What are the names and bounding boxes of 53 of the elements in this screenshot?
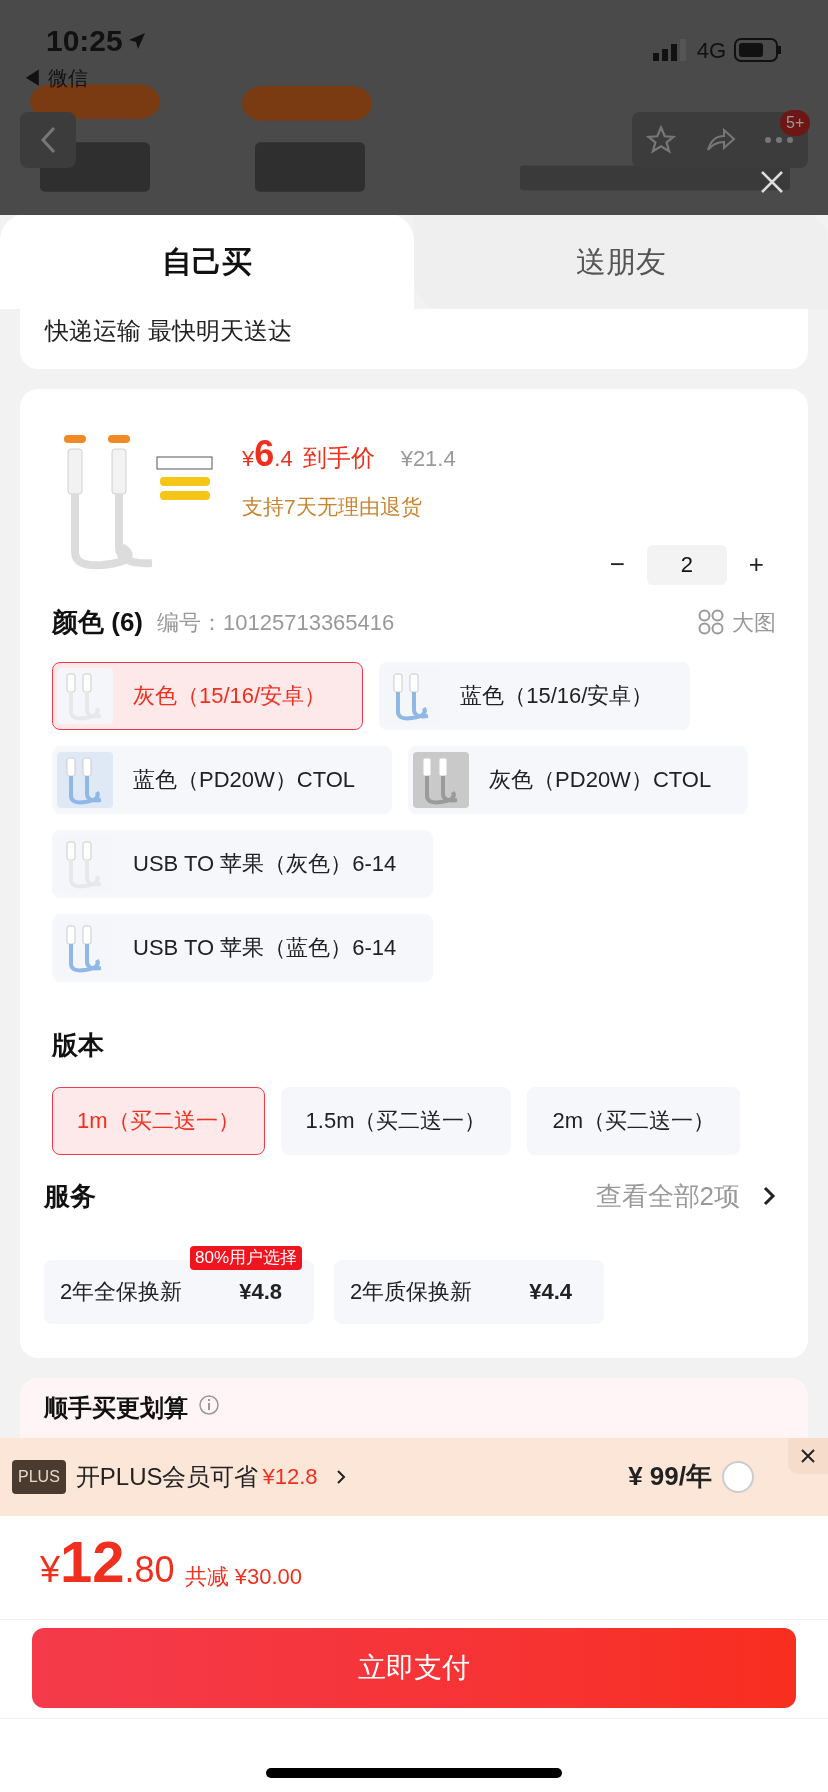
version-option[interactable]: 1.5m（买二送一）	[280, 1086, 512, 1155]
network-type: 4G	[696, 36, 726, 65]
star-icon[interactable]	[646, 125, 676, 155]
version-option[interactable]: 1m（买二送一）	[52, 1086, 265, 1155]
close-icon	[800, 1447, 816, 1464]
battery-icon	[734, 38, 782, 62]
final-price: ¥6.4	[242, 432, 293, 476]
service-price: ¥4.4	[529, 1278, 572, 1306]
decrease-button[interactable]: −	[605, 545, 629, 584]
original-price: ¥21.4	[400, 445, 456, 473]
service-option[interactable]: 2年质保换新 ¥4.4	[334, 1259, 604, 1324]
pay-button[interactable]: 立即支付	[32, 1627, 796, 1708]
color-option[interactable]: USB TO 苹果（蓝色）6-14	[52, 913, 434, 982]
plus-saving: ¥12.8	[262, 1463, 318, 1491]
return-policy: 支持7天无理由退货	[242, 494, 423, 520]
service-name: 2年质保换新	[350, 1278, 473, 1306]
plus-checkbox[interactable]	[722, 1460, 754, 1493]
service-price: ¥4.8	[239, 1278, 282, 1306]
plus-price: ¥ 99/年	[628, 1460, 712, 1493]
plus-logo: PLUS	[12, 1459, 66, 1494]
tab[interactable]: 自己买	[0, 213, 414, 309]
plus-promo-text[interactable]: 开PLUS会员可省	[75, 1458, 259, 1495]
section-title: 颜色 (6)	[52, 605, 143, 639]
chevron-left-icon	[39, 126, 57, 154]
section-title: 版本	[52, 1028, 105, 1062]
info-icon[interactable]	[198, 1393, 220, 1416]
price-label: 到手价	[302, 443, 375, 473]
chevron-right-icon[interactable]	[762, 1185, 776, 1207]
popular-badge: 80%用户选择	[190, 1245, 303, 1270]
chevron-right-icon[interactable]	[335, 1468, 346, 1485]
grid-icon[interactable]	[698, 609, 724, 635]
more-icon[interactable]	[764, 136, 794, 144]
back-button[interactable]	[20, 112, 76, 168]
service-name: 2年全保换新	[60, 1278, 183, 1306]
total-price: ¥12.80	[40, 1532, 175, 1596]
section-title: 服务	[44, 1179, 96, 1213]
section-title: 顺手买更划算	[44, 1392, 188, 1423]
increase-button[interactable]: +	[744, 545, 768, 584]
status-time: 10:25	[46, 23, 123, 59]
sku-label: 编号：	[157, 608, 223, 637]
color-option[interactable]: 蓝色（PD20W）CTOL	[52, 745, 393, 814]
discount-total: 共减 ¥30.00	[184, 1562, 302, 1591]
signal-icon	[652, 39, 689, 61]
color-option[interactable]: 灰色（PD20W）CTOL	[408, 745, 749, 814]
close-icon[interactable]	[760, 170, 784, 194]
version-option[interactable]: 2m（买二送一）	[527, 1086, 741, 1155]
quantity-field[interactable]: 2	[646, 544, 727, 585]
color-option[interactable]: 灰色（15/16/安卓）	[52, 661, 364, 730]
color-option[interactable]: USB TO 苹果（灰色）6-14	[52, 829, 434, 898]
close-button[interactable]	[788, 1437, 828, 1474]
delivery-info: 快递运输 最快明天送达	[45, 317, 292, 344]
color-option[interactable]: 蓝色（15/16/安卓）	[379, 661, 691, 730]
sku-number: 10125713365416	[223, 608, 395, 637]
